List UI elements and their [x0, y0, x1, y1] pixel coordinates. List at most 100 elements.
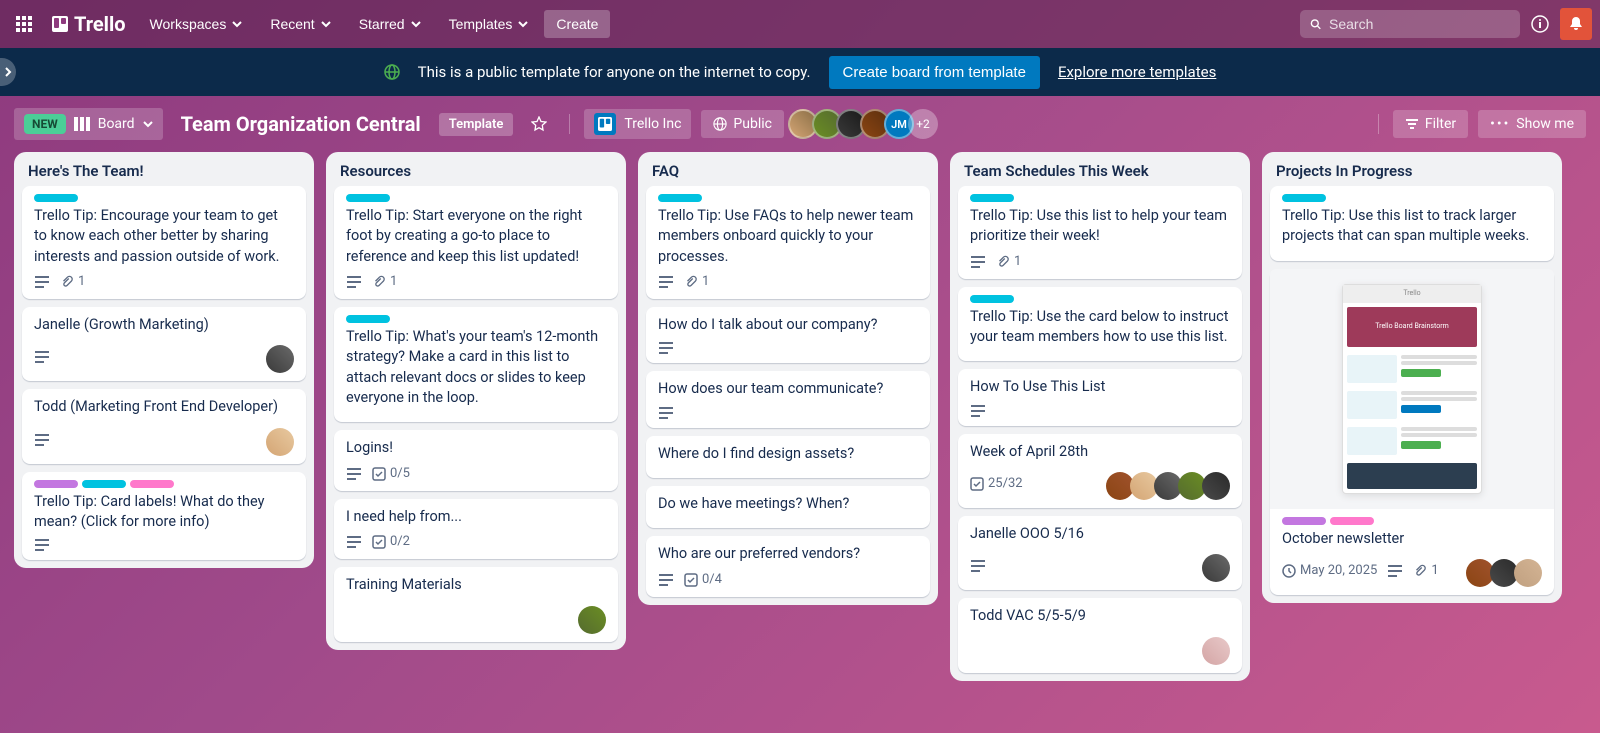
card-members [1470, 559, 1542, 587]
card[interactable]: Training Materials [334, 567, 618, 641]
card[interactable]: Trello Tip: Use this list to track large… [1270, 186, 1554, 261]
label-teal[interactable] [82, 480, 126, 488]
search-icon [1310, 17, 1321, 31]
search-box[interactable] [1300, 10, 1520, 38]
nav-templates[interactable]: Templates [437, 10, 541, 38]
avatar[interactable] [266, 345, 294, 373]
card[interactable]: Week of April 28th25/32 [958, 434, 1242, 508]
attachment-badge: 1 [372, 273, 397, 291]
card[interactable]: Trello Tip: Use the card below to instru… [958, 287, 1242, 362]
list-title[interactable]: Projects In Progress [1262, 152, 1562, 186]
card-text: Training Materials [346, 575, 606, 595]
info-button[interactable] [1524, 8, 1556, 40]
notifications-button[interactable] [1560, 8, 1592, 40]
card[interactable]: How does our team communicate? [646, 371, 930, 427]
card-badges: 1 [970, 253, 1021, 271]
list: FAQ Trello Tip: Use FAQs to help newer te… [638, 152, 938, 605]
nav-starred[interactable]: Starred [347, 10, 433, 38]
label-teal[interactable] [346, 315, 390, 323]
label-purple[interactable] [1282, 517, 1326, 525]
list-title[interactable]: Resources [326, 152, 626, 186]
label-pink[interactable] [1330, 517, 1374, 525]
brand-label: Trello [74, 12, 126, 36]
card-text: Trello Tip: Use FAQs to help newer team … [658, 206, 918, 267]
view-switcher[interactable]: NEW Board [14, 108, 163, 140]
card[interactable]: Who are our preferred vendors?0/4 [646, 536, 930, 596]
list-cards: Trello Tip: Encourage your team to get t… [14, 186, 314, 568]
card[interactable]: Trello Tip: Card labels! What do they me… [22, 472, 306, 561]
avatar[interactable] [266, 428, 294, 456]
checklist-badge: 0/4 [684, 571, 722, 589]
filter-button[interactable]: Filter [1393, 110, 1468, 138]
card[interactable]: How To Use This List [958, 369, 1242, 425]
search-input[interactable] [1329, 16, 1510, 32]
label-teal[interactable] [970, 194, 1014, 202]
label-teal[interactable] [658, 194, 702, 202]
card-badges [34, 538, 50, 552]
label-purple[interactable] [34, 480, 78, 488]
card[interactable]: Trello Tip: What's your team's 12-month … [334, 307, 618, 422]
board-canvas[interactable]: Here's The Team!Trello Tip: Encourage yo… [0, 152, 1600, 733]
workspace-chip[interactable]: Trello Inc [584, 109, 691, 139]
card-text: Todd VAC 5/5-5/9 [970, 606, 1230, 626]
list-title[interactable]: Team Schedules This Week [950, 152, 1250, 186]
card[interactable]: Trello Tip: Encourage your team to get t… [22, 186, 306, 299]
card-labels [346, 194, 606, 202]
sidebar-expand-button[interactable] [0, 58, 16, 86]
label-teal[interactable] [34, 194, 78, 202]
card[interactable]: Do we have meetings? When? [646, 486, 930, 528]
card[interactable]: Logins!0/5 [334, 430, 618, 490]
nav-workspaces[interactable]: Workspaces [138, 10, 255, 38]
avatar[interactable] [1514, 559, 1542, 587]
trello-logo[interactable]: Trello [44, 12, 134, 36]
label-teal[interactable] [1282, 194, 1326, 202]
card[interactable]: Trello Tip: Use FAQs to help newer team … [646, 186, 930, 299]
label-teal[interactable] [970, 295, 1014, 303]
new-badge: NEW [24, 114, 66, 134]
card-text: Janelle OOO 5/16 [970, 524, 1230, 544]
card-members [270, 428, 294, 456]
card[interactable]: Janelle (Growth Marketing) [22, 307, 306, 381]
list-title[interactable]: Here's The Team! [14, 152, 314, 186]
explore-templates-link[interactable]: Explore more templates [1058, 63, 1216, 81]
visibility-chip[interactable]: Public [701, 110, 784, 138]
card-badges: 1 [658, 273, 709, 291]
label-teal[interactable] [346, 194, 390, 202]
card-text: How does our team communicate? [658, 379, 918, 399]
create-button[interactable]: Create [544, 10, 610, 38]
apps-launcher-icon[interactable] [8, 8, 40, 40]
card-text: Trello Tip: Card labels! What do they me… [34, 492, 294, 533]
card-text: How To Use This List [970, 377, 1230, 397]
avatar[interactable] [1202, 554, 1230, 582]
card[interactable]: Trello Trello Board Brainstorm October n… [1270, 269, 1554, 595]
card-cover: Trello Trello Board Brainstorm [1270, 269, 1554, 509]
card[interactable]: I need help from...0/2 [334, 499, 618, 559]
card[interactable]: Trello Tip: Use this list to help your t… [958, 186, 1242, 279]
card-text: Trello Tip: What's your team's 12-month … [346, 327, 606, 408]
template-banner: This is a public template for anyone on … [0, 48, 1600, 96]
card[interactable]: Trello Tip: Start everyone on the right … [334, 186, 618, 299]
description-icon [658, 275, 674, 289]
label-pink[interactable] [130, 480, 174, 488]
card[interactable]: Todd VAC 5/5-5/9 [958, 598, 1242, 672]
avatar[interactable] [1202, 472, 1230, 500]
avatar[interactable] [1202, 637, 1230, 665]
card[interactable]: Where do I find design assets? [646, 436, 930, 478]
card-labels [970, 295, 1230, 303]
nav-recent[interactable]: Recent [258, 10, 342, 38]
board-title[interactable]: Team Organization Central [173, 112, 429, 136]
avatar[interactable] [578, 606, 606, 634]
list-title[interactable]: FAQ [638, 152, 938, 186]
star-button[interactable] [523, 108, 555, 140]
description-icon [34, 433, 50, 447]
card-members [1206, 554, 1230, 582]
list: Here's The Team!Trello Tip: Encourage yo… [14, 152, 314, 568]
card[interactable]: How do I talk about our company? [646, 307, 930, 363]
show-menu-button[interactable]: ••• Show me [1478, 110, 1586, 138]
card[interactable]: Todd (Marketing Front End Developer) [22, 389, 306, 463]
card-text: Trello Tip: Use this list to track large… [1282, 206, 1542, 247]
create-board-from-template-button[interactable]: Create board from template [829, 56, 1040, 89]
more-members-button[interactable]: +2 [908, 109, 938, 139]
board-members[interactable]: JM +2 [794, 109, 938, 139]
card[interactable]: Janelle OOO 5/16 [958, 516, 1242, 590]
